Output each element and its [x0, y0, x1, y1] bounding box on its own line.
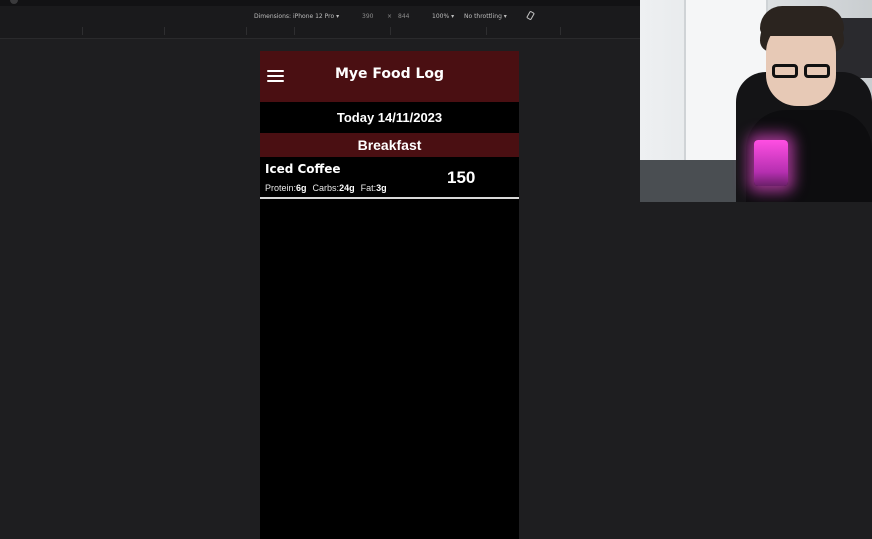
- food-log-item[interactable]: Iced Coffee Protein:6g Carbs:24g Fat:3g 15…: [260, 159, 519, 199]
- device-viewport: Mye Food Log Today 14/11/2023 Breakfast …: [260, 51, 519, 539]
- ruler-tick: [246, 27, 247, 35]
- app-header: Mye Food Log: [260, 51, 519, 102]
- app-title: Mye Food Log: [334, 66, 445, 82]
- ruler-tick: [82, 27, 83, 35]
- calories-value: 150: [447, 168, 476, 187]
- ruler-tick: [390, 27, 391, 35]
- webcam-person-glasses: [772, 64, 834, 80]
- fat-label: Fat:: [360, 183, 377, 193]
- protein-value: 6g: [296, 183, 307, 193]
- ruler-tick: [164, 27, 165, 35]
- tab-indicator: [10, 0, 18, 4]
- rotate-device-icon[interactable]: [526, 11, 535, 20]
- dimensions-select[interactable]: Dimensions: iPhone 12 Pro ▾: [254, 13, 339, 20]
- zoom-value: 100%: [432, 13, 450, 20]
- webcam-desk: [640, 160, 750, 202]
- throttling-value: No throttling: [464, 13, 502, 20]
- webcam-overlay: [640, 0, 872, 202]
- devtools-device-toolbar: Dimensions: iPhone 12 Pro ▾ 390 × 844 10…: [0, 0, 640, 39]
- webcam-glowing-cup: [754, 140, 788, 186]
- zoom-select[interactable]: 100% ▾: [432, 13, 454, 20]
- date-label[interactable]: Today 14/11/2023: [260, 104, 519, 132]
- device-toolbar: Dimensions: iPhone 12 Pro ▾ 390 × 844 10…: [0, 8, 640, 26]
- carbs-value: 24g: [339, 183, 355, 193]
- webcam-person-hair-top: [760, 6, 844, 36]
- ruler-tick: [486, 27, 487, 35]
- dimensions-label: Dimensions: iPhone 12 Pro: [254, 13, 335, 20]
- carbs-label: Carbs:: [312, 183, 340, 193]
- throttling-select[interactable]: No throttling ▾: [464, 13, 507, 20]
- times-separator: ×: [387, 13, 393, 20]
- width-input[interactable]: 390: [362, 13, 373, 20]
- ruler-tick: [560, 27, 561, 35]
- browser-tabstrip: [0, 0, 640, 6]
- fat-value: 3g: [376, 183, 387, 193]
- macro-summary: Protein:6g Carbs:24g Fat:3g: [265, 183, 387, 193]
- ruler-tick: [294, 27, 295, 35]
- food-name: Iced Coffee: [265, 162, 341, 176]
- height-input[interactable]: 844: [398, 13, 409, 20]
- ruler: [0, 27, 640, 37]
- meal-section-header: Breakfast: [260, 133, 519, 157]
- protein-label: Protein:: [265, 183, 297, 193]
